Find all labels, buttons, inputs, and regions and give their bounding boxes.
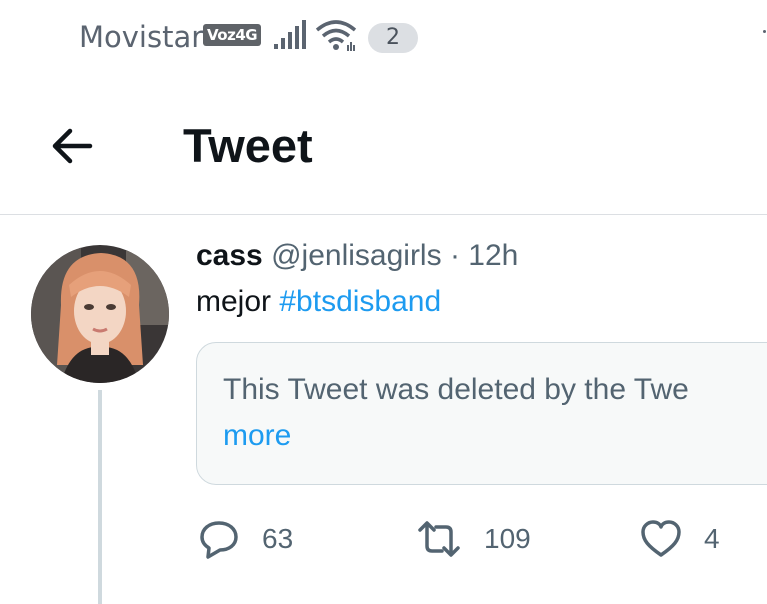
tweet-time[interactable]: 12h: [468, 239, 518, 272]
back-button[interactable]: [48, 122, 96, 170]
tweet-text: mejor #btsdisband: [196, 285, 441, 319]
status-bar: Movistar Voz4G 2: [0, 0, 767, 78]
quoted-tweet-box[interactable]: This Tweet was deleted by the Twe more: [196, 342, 767, 485]
like-button[interactable]: 4: [640, 515, 720, 563]
tweet-actions: 63 109 4: [0, 515, 767, 565]
carrier-label: Movistar: [79, 20, 204, 54]
status-dot: [763, 30, 766, 33]
retweet-icon: [418, 521, 460, 557]
author-handle[interactable]: @jenlisagirls: [271, 239, 442, 272]
retweet-button[interactable]: 109: [416, 515, 531, 563]
page-title: Tweet: [183, 119, 313, 172]
meta-separator: ·: [449, 239, 460, 272]
avatar[interactable]: [31, 245, 169, 383]
deleted-tweet-notice: This Tweet was deleted by the Twe: [223, 373, 689, 406]
reply-button[interactable]: 63: [198, 515, 293, 563]
hashtag-link[interactable]: #btsdisband: [279, 285, 441, 318]
heart-icon: [641, 520, 681, 557]
header: Tweet: [0, 78, 767, 215]
tweet-body: mejor: [196, 285, 272, 318]
signal-icon: [274, 20, 306, 49]
like-count: 4: [704, 523, 720, 554]
retweet-count: 109: [484, 523, 531, 554]
notification-count-badge: 2: [368, 23, 418, 53]
learn-more-link[interactable]: more: [223, 419, 291, 453]
reply-icon: [200, 521, 238, 559]
reply-count: 63: [262, 523, 294, 554]
back-arrow-icon: [52, 128, 93, 164]
tweet-meta: cass @jenlisagirls · 12h: [196, 239, 518, 273]
tweet[interactable]: cass @jenlisagirls · 12h mejor #btsdisba…: [0, 215, 767, 604]
network-badge: Voz4G: [203, 24, 262, 46]
author-name[interactable]: cass: [196, 239, 263, 272]
wifi-icon: [315, 20, 357, 51]
thread-line: [98, 390, 102, 604]
